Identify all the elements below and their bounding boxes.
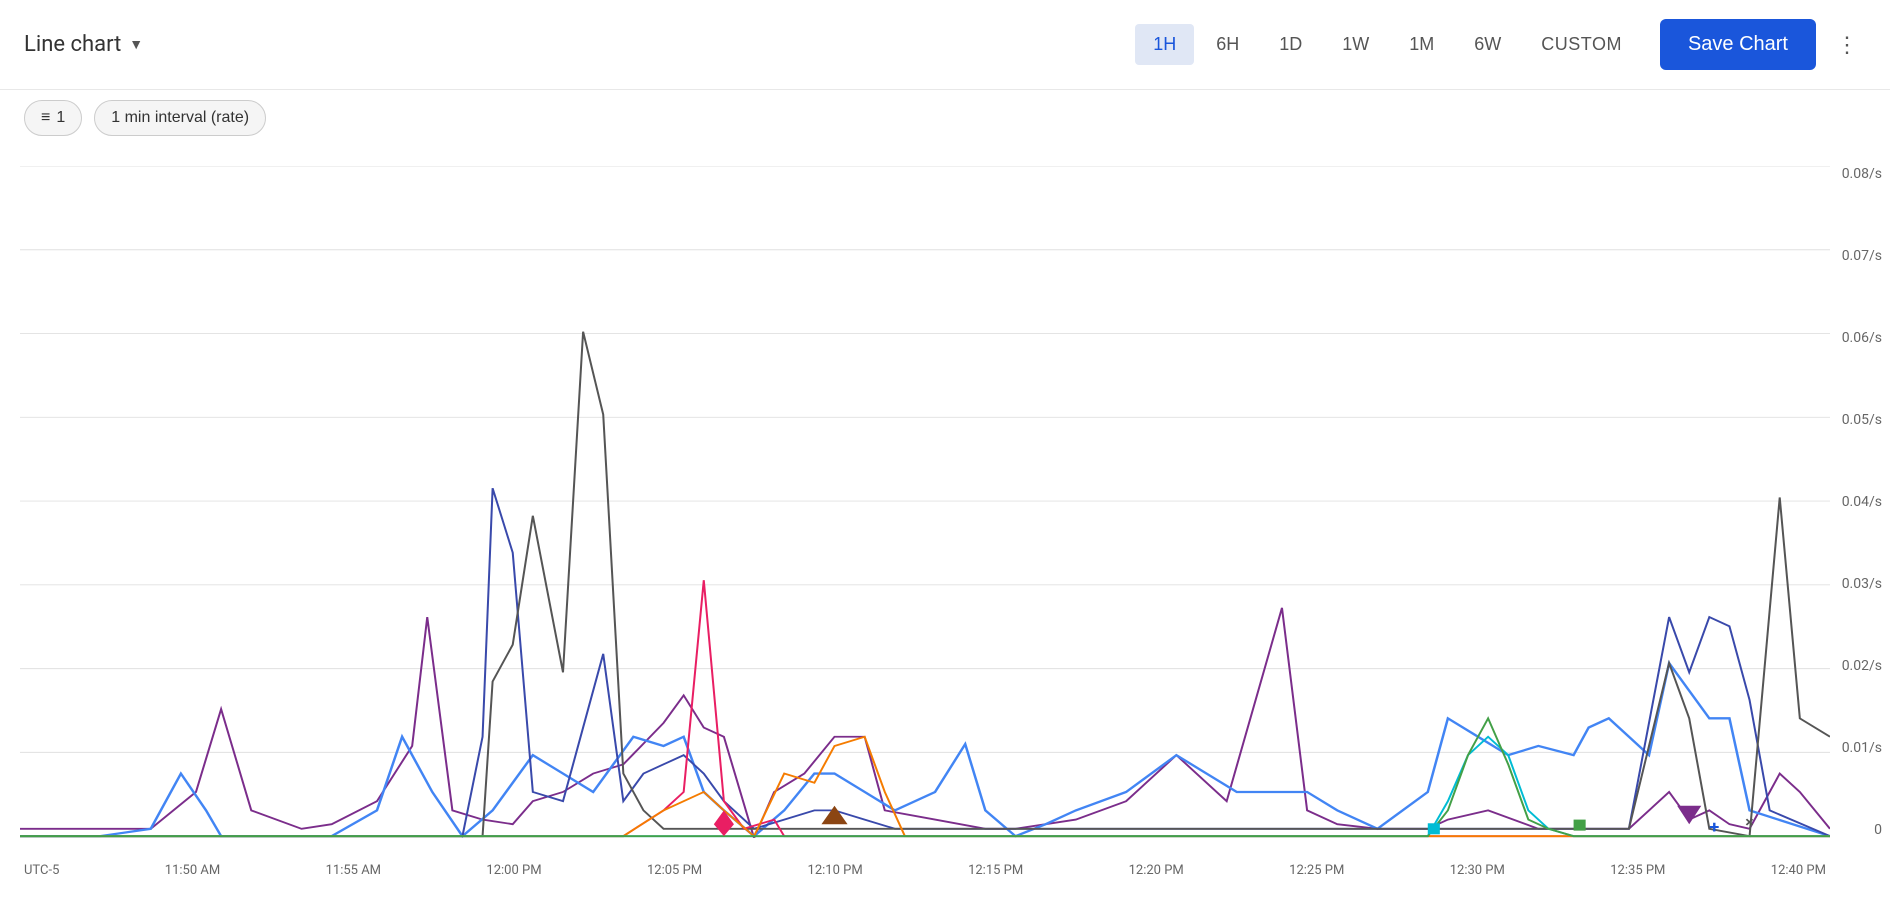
x-label-1240: 12:40 PM bbox=[1771, 863, 1826, 878]
time-btn-1d[interactable]: 1D bbox=[1261, 24, 1320, 65]
y-label-4: 0.04/s bbox=[1830, 494, 1882, 510]
x-label-1225: 12:25 PM bbox=[1289, 863, 1344, 878]
time-btn-1h[interactable]: 1H bbox=[1135, 24, 1194, 65]
diamond-marker-pink bbox=[714, 810, 734, 836]
square-marker-green bbox=[1574, 820, 1586, 831]
square-marker-teal bbox=[1428, 823, 1440, 834]
chart-area: 0.08/s 0.07/s 0.06/s 0.05/s 0.04/s 0.03/… bbox=[0, 146, 1890, 918]
filter-count: 1 bbox=[56, 109, 65, 127]
x-marker-gray: × bbox=[1745, 814, 1754, 831]
interval-button[interactable]: 1 min interval (rate) bbox=[94, 100, 266, 136]
y-label-6: 0.06/s bbox=[1830, 330, 1882, 346]
line-gray bbox=[20, 332, 1830, 836]
x-label-1230: 12:30 PM bbox=[1450, 863, 1505, 878]
x-label-1235: 12:35 PM bbox=[1610, 863, 1665, 878]
y-label-3: 0.03/s bbox=[1830, 576, 1882, 592]
chevron-down-icon: ▼ bbox=[129, 36, 143, 53]
time-btn-1m[interactable]: 1M bbox=[1391, 24, 1452, 65]
plus-marker-blue: + bbox=[1709, 818, 1719, 837]
chart-title-text: Line chart bbox=[24, 32, 121, 57]
y-label-1: 0.01/s bbox=[1830, 740, 1882, 756]
time-btn-6w[interactable]: 6W bbox=[1456, 24, 1519, 65]
header: Line chart ▼ 1H 6H 1D 1W 1M 6W CUSTOM Sa… bbox=[0, 0, 1890, 90]
line-purple bbox=[20, 608, 1830, 838]
y-label-8: 0.08/s bbox=[1830, 166, 1882, 182]
time-btn-6h[interactable]: 6H bbox=[1198, 24, 1257, 65]
x-label-1200: 12:00 PM bbox=[486, 863, 541, 878]
more-options-button[interactable]: ⋮ bbox=[1828, 24, 1866, 66]
y-label-5: 0.05/s bbox=[1830, 412, 1882, 428]
x-axis-labels: UTC-5 11:50 AM 11:55 AM 12:00 PM 12:05 P… bbox=[20, 863, 1830, 878]
x-label-1215: 12:15 PM bbox=[968, 863, 1023, 878]
chart-title-dropdown[interactable]: Line chart ▼ bbox=[24, 32, 143, 57]
time-controls: 1H 6H 1D 1W 1M 6W CUSTOM Save Chart ⋮ bbox=[1135, 19, 1866, 70]
y-label-2: 0.02/s bbox=[1830, 658, 1882, 674]
x-label-utc5: UTC-5 bbox=[24, 863, 59, 878]
interval-label: 1 min interval (rate) bbox=[111, 109, 249, 127]
filter-icon: ≡ bbox=[41, 109, 50, 127]
line-blue bbox=[20, 663, 1830, 836]
sub-header: ≡ 1 1 min interval (rate) bbox=[0, 90, 1890, 146]
line-indigo bbox=[20, 488, 1830, 836]
chart-container: 0.08/s 0.07/s 0.06/s 0.05/s 0.04/s 0.03/… bbox=[20, 156, 1890, 878]
x-label-1155: 11:55 AM bbox=[326, 863, 381, 878]
filter-button[interactable]: ≡ 1 bbox=[24, 100, 82, 136]
chart-svg: + × bbox=[20, 166, 1830, 838]
triangle-marker-orange bbox=[821, 806, 847, 824]
x-label-1205: 12:05 PM bbox=[647, 863, 702, 878]
x-label-1210: 12:10 PM bbox=[808, 863, 863, 878]
time-btn-1w[interactable]: 1W bbox=[1324, 24, 1387, 65]
save-chart-button[interactable]: Save Chart bbox=[1660, 19, 1816, 70]
time-btn-custom[interactable]: CUSTOM bbox=[1523, 24, 1640, 65]
y-label-0: 0 bbox=[1830, 822, 1882, 838]
x-label-1150: 11:50 AM bbox=[165, 863, 220, 878]
y-label-7: 0.07/s bbox=[1830, 248, 1882, 264]
y-axis-labels: 0.08/s 0.07/s 0.06/s 0.05/s 0.04/s 0.03/… bbox=[1830, 166, 1890, 838]
x-label-1220: 12:20 PM bbox=[1129, 863, 1184, 878]
